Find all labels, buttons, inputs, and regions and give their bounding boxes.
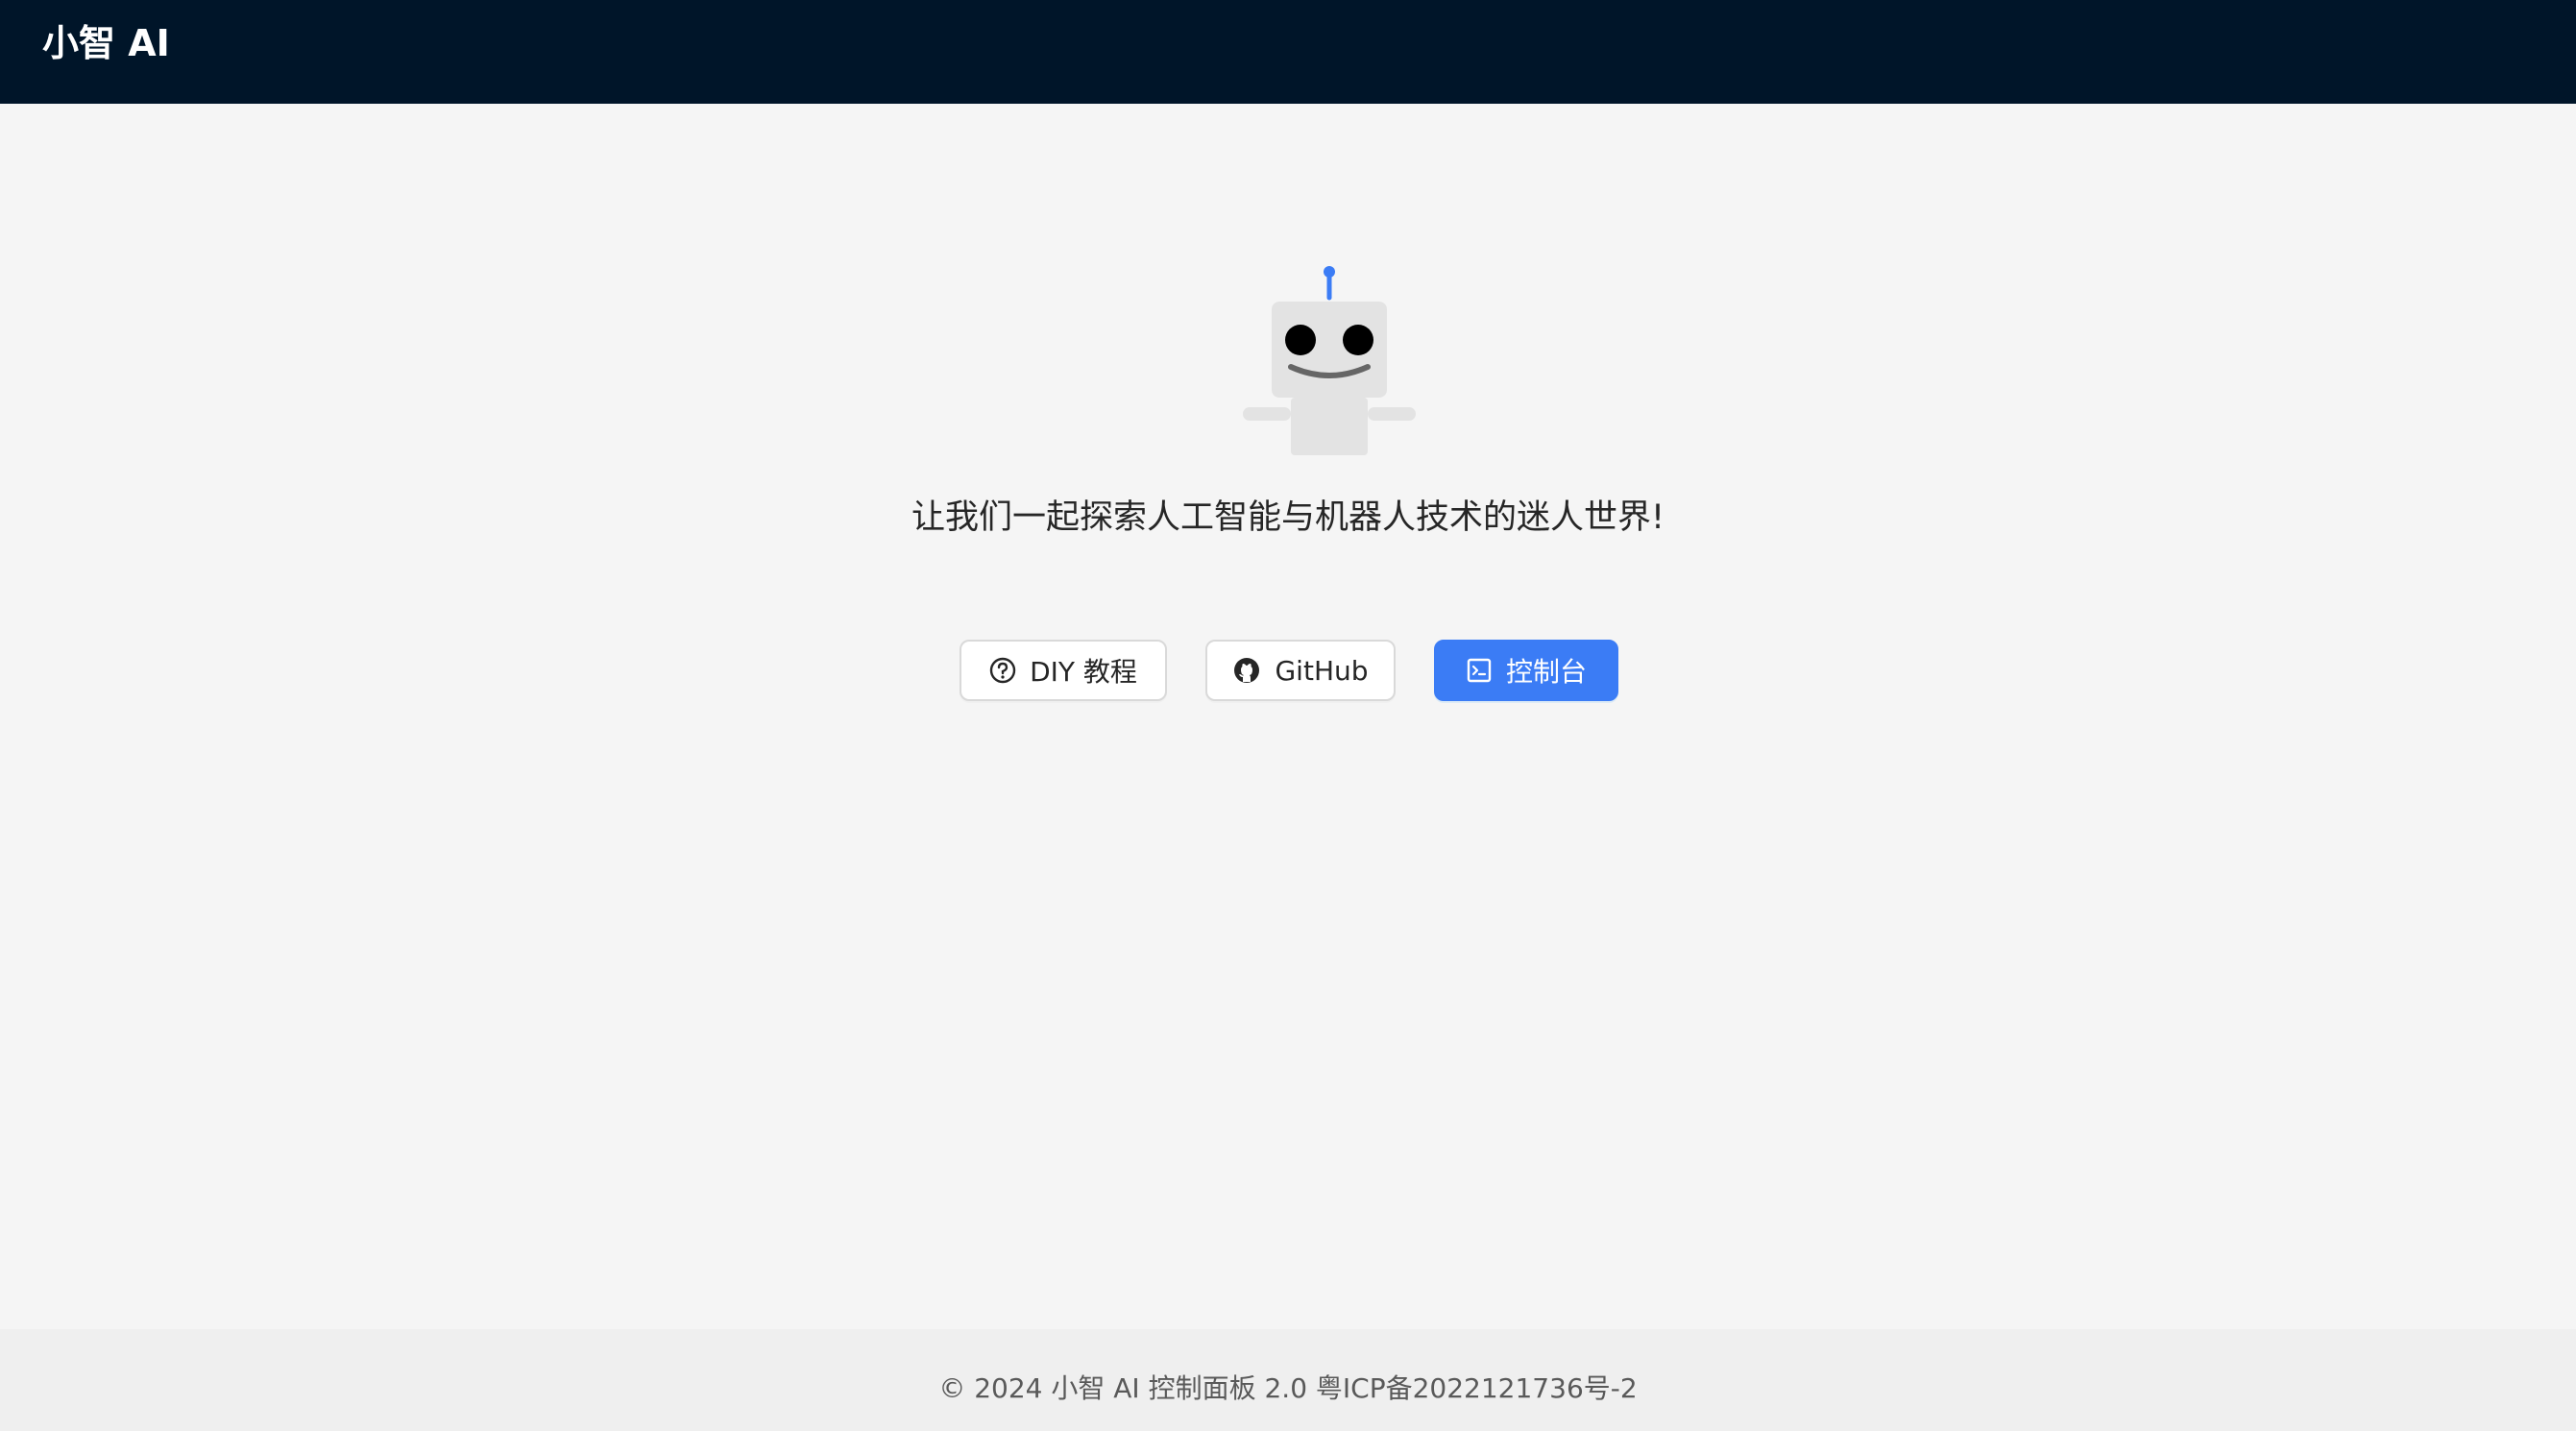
brand-logo[interactable]: 小智 AI bbox=[42, 17, 170, 69]
action-buttons: DIY 教程 GitHub 控制台 bbox=[0, 640, 2576, 701]
robot-icon bbox=[1239, 257, 1431, 463]
console-label: 控制台 bbox=[1505, 656, 1587, 688]
code-console-icon bbox=[1466, 657, 1493, 684]
copyright-text: © 2024 小智 AI 控制面板 2.0 粤ICP备2022121736号-2 bbox=[938, 1372, 1638, 1404]
console-button[interactable]: 控制台 bbox=[1434, 640, 1618, 701]
page-footer: © 2024 小智 AI 控制面板 2.0 粤ICP备2022121736号-2 bbox=[0, 1329, 2576, 1431]
github-label: GitHub bbox=[1275, 654, 1369, 687]
hero-tagline: 让我们一起探索人工智能与机器人技术的迷人世界! bbox=[911, 498, 1665, 537]
diy-tutorial-label: DIY 教程 bbox=[1030, 656, 1137, 688]
github-button[interactable]: GitHub bbox=[1205, 640, 1396, 701]
main-content: 让我们一起探索人工智能与机器人技术的迷人世界! DIY 教程 GitHub 控制… bbox=[0, 104, 2576, 1329]
github-icon bbox=[1232, 656, 1261, 685]
top-header: 小智 AI bbox=[0, 0, 2576, 104]
question-circle-icon bbox=[989, 657, 1016, 684]
diy-tutorial-button[interactable]: DIY 教程 bbox=[960, 640, 1167, 701]
